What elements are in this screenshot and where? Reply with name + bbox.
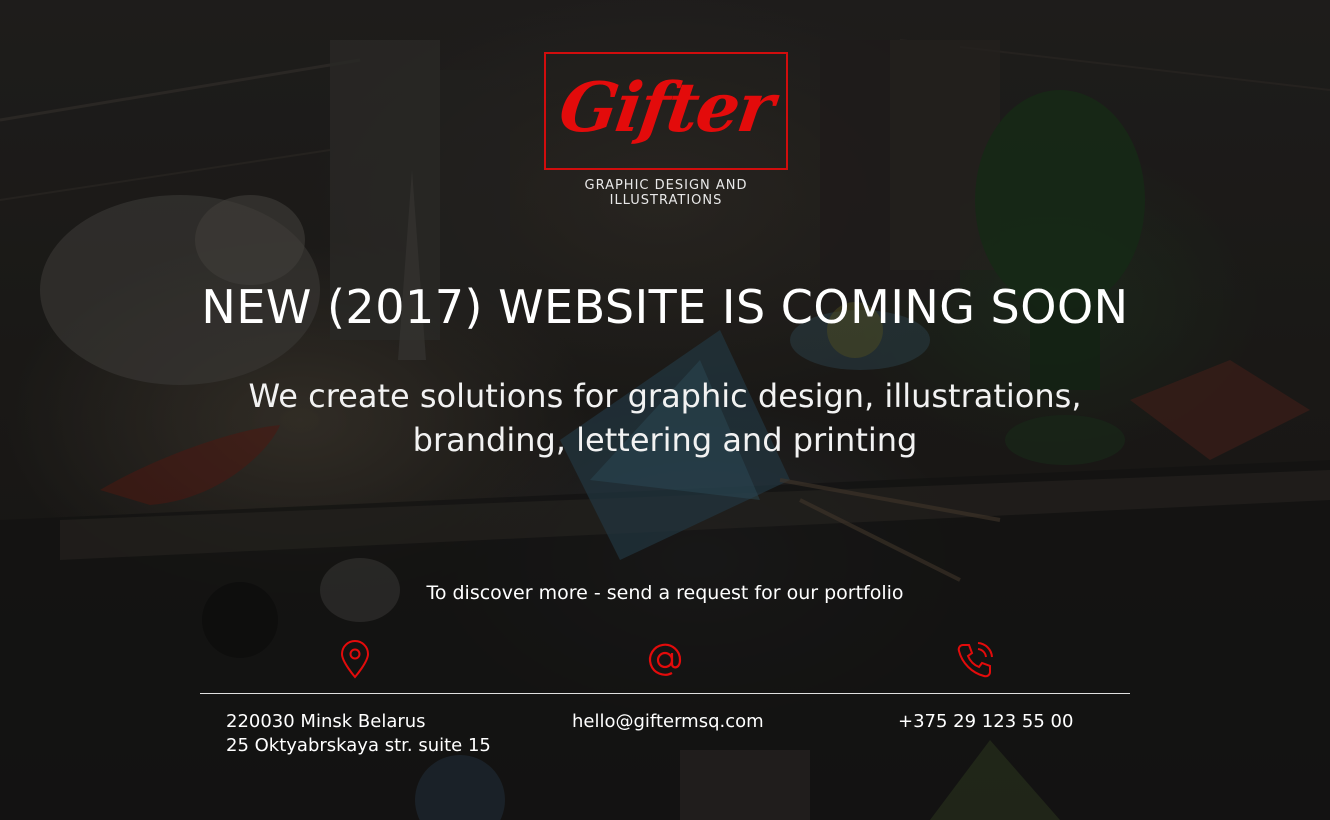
phone-ringing-icon <box>955 640 995 680</box>
logo-wordmark: Gifter <box>554 68 778 148</box>
hero-subheadline: We create solutions for graphic design, … <box>0 374 1330 462</box>
phone-link[interactable]: +375 29 123 55 00 <box>898 710 1073 734</box>
logo: Gifter <box>544 52 788 170</box>
coming-soon-page: Gifter GRAPHIC DESIGN AND ILLUSTRATIONS … <box>0 0 1330 820</box>
email-link[interactable]: hello@giftermsq.com <box>572 710 764 734</box>
address-text: 220030 Minsk Belarus 25 Oktyabrskaya str… <box>226 710 491 758</box>
contact-divider <box>200 693 1130 694</box>
address-line: 220030 Minsk Belarus <box>226 711 426 732</box>
hero-subheadline-line: We create solutions for graphic design, … <box>248 377 1082 415</box>
address-line: 25 Oktyabrskaya str. suite 15 <box>226 735 491 756</box>
logo-tagline: GRAPHIC DESIGN AND ILLUSTRATIONS <box>584 178 748 208</box>
at-sign-icon <box>645 640 685 680</box>
hero-subheadline-line: branding, lettering and printing <box>412 421 918 459</box>
page-headline: NEW (2017) WEBSITE IS COMING SOON <box>201 280 1129 334</box>
portfolio-request-text: To discover more - send a request for ou… <box>426 582 904 604</box>
map-pin-icon <box>335 640 375 680</box>
